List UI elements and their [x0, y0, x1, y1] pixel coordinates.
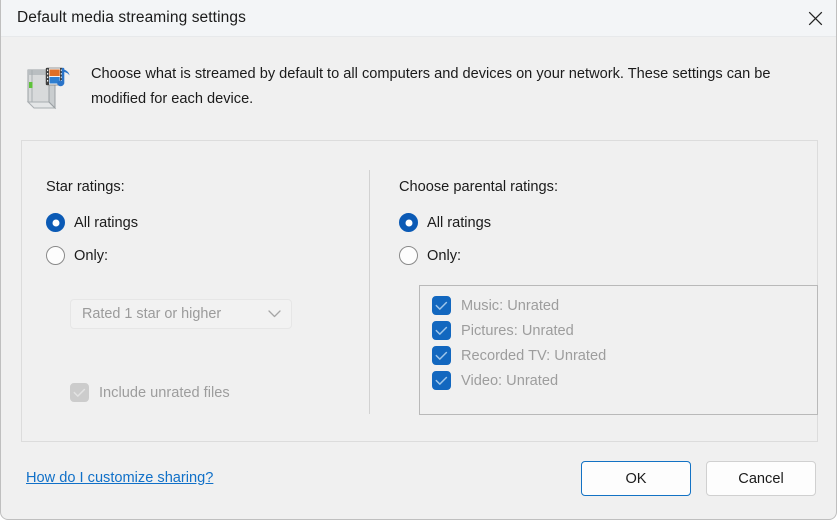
list-item-label: Video: Unrated: [461, 373, 558, 389]
checkbox-label: Include unrated files: [99, 385, 230, 401]
list-item[interactable]: Music: Unrated: [432, 296, 559, 315]
page-title: Default media streaming settings: [17, 9, 246, 27]
radio-selected-icon: [46, 213, 65, 232]
radio-parental-all-ratings[interactable]: All ratings: [399, 213, 491, 232]
radio-label: Only:: [427, 248, 461, 264]
settings-panel: Star ratings: All ratings Only: Rated 1 …: [21, 140, 818, 442]
radio-parental-only[interactable]: Only:: [399, 246, 461, 265]
media-streaming-settings-dialog: Default media streaming settings: [0, 0, 837, 520]
dialog-header: Choose what is streamed by default to al…: [1, 37, 837, 135]
list-item[interactable]: Recorded TV: Unrated: [432, 346, 606, 365]
checkbox-checked-icon: [432, 346, 451, 365]
star-rating-dropdown[interactable]: Rated 1 star or higher: [70, 299, 292, 329]
ok-button[interactable]: OK: [581, 461, 691, 496]
checkbox-checked-icon: [432, 296, 451, 315]
radio-unselected-icon: [399, 246, 418, 265]
list-item-label: Pictures: Unrated: [461, 323, 574, 339]
checkbox-checked-disabled-icon: [70, 383, 89, 402]
close-icon: [808, 11, 823, 26]
list-item[interactable]: Pictures: Unrated: [432, 321, 574, 340]
radio-label: All ratings: [427, 215, 491, 231]
radio-label: All ratings: [74, 215, 138, 231]
chevron-down-icon: [268, 310, 281, 319]
radio-label: Only:: [74, 248, 108, 264]
radio-unselected-icon: [46, 246, 65, 265]
list-item-label: Recorded TV: Unrated: [461, 348, 606, 364]
title-bar: Default media streaming settings: [1, 0, 837, 37]
radio-star-only[interactable]: Only:: [46, 246, 108, 265]
parental-ratings-listbox[interactable]: Music: Unrated Pictures: Unrated: [419, 285, 818, 415]
help-link-customize-sharing[interactable]: How do I customize sharing?: [26, 470, 213, 486]
parental-ratings-label: Choose parental ratings:: [399, 179, 558, 195]
checkbox-include-unrated-files[interactable]: Include unrated files: [70, 383, 230, 402]
cancel-button[interactable]: Cancel: [706, 461, 816, 496]
list-item-label: Music: Unrated: [461, 298, 559, 314]
close-button[interactable]: [792, 0, 837, 36]
checkbox-checked-icon: [432, 321, 451, 340]
dropdown-value: Rated 1 star or higher: [82, 306, 221, 322]
star-ratings-label: Star ratings:: [46, 179, 125, 195]
media-streaming-device-icon: [19, 64, 75, 116]
radio-star-all-ratings[interactable]: All ratings: [46, 213, 138, 232]
dialog-description: Choose what is streamed by default to al…: [91, 62, 826, 112]
radio-selected-icon: [399, 213, 418, 232]
checkbox-checked-icon: [432, 371, 451, 390]
column-divider: [369, 170, 370, 414]
list-item[interactable]: Video: Unrated: [432, 371, 558, 390]
